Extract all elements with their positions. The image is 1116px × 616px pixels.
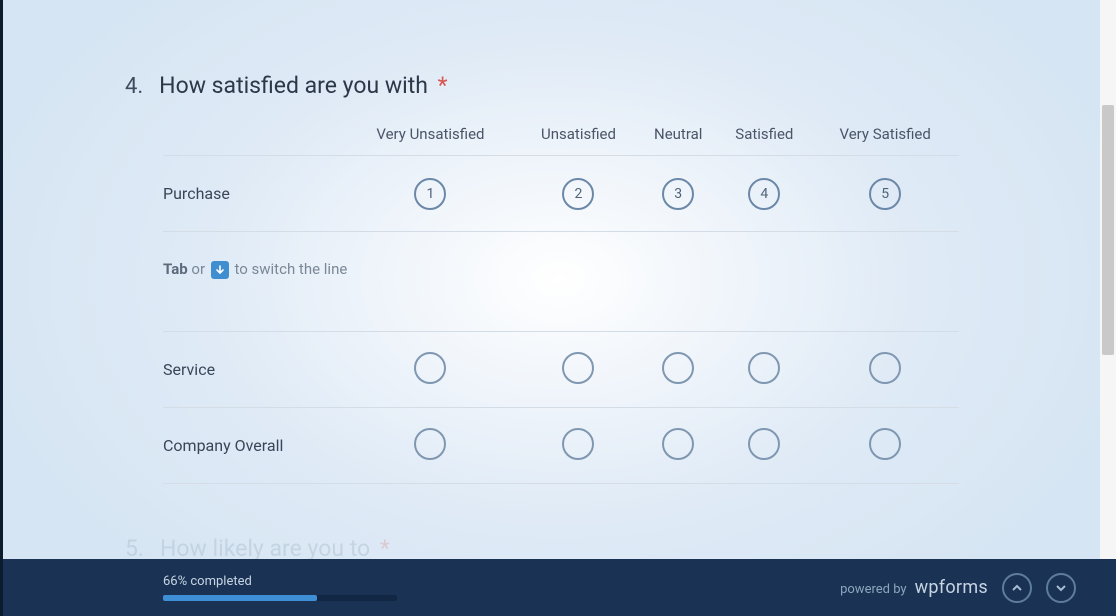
column-header-empty — [163, 125, 343, 156]
radio-company-5[interactable] — [869, 428, 901, 460]
required-marker: * — [438, 72, 448, 99]
radio-service-5[interactable] — [869, 352, 901, 384]
footer-bar: 66% completed powered by wpforms — [3, 559, 1116, 616]
radio-purchase-5[interactable]: 5 — [869, 178, 901, 210]
matrix-row-purchase: Purchase 1 2 3 4 5 — [163, 156, 959, 232]
radio-company-3[interactable] — [662, 428, 694, 460]
question-text-wrap: How satisfied are you with * — [159, 72, 447, 99]
radio-purchase-1[interactable]: 1 — [414, 178, 446, 210]
progress-wrap: 66% completed — [163, 574, 397, 601]
hint-tail: to switch the line — [231, 260, 348, 278]
hint-or: or — [188, 260, 209, 278]
question-number: 5. — [125, 535, 144, 559]
matrix-row-service: Service — [163, 332, 959, 408]
question-5-preview: 5. How likely are you to * — [125, 535, 959, 559]
hint-tab-word: Tab — [163, 260, 188, 278]
radio-purchase-4[interactable]: 4 — [748, 178, 780, 210]
chevron-up-icon — [1010, 581, 1024, 595]
radio-purchase-2[interactable]: 2 — [562, 178, 594, 210]
scrollbar-thumb[interactable] — [1102, 105, 1114, 355]
next-question-button[interactable] — [1046, 573, 1076, 603]
column-header: Neutral — [639, 125, 717, 156]
radio-service-1[interactable] — [414, 352, 446, 384]
radio-purchase-3[interactable]: 3 — [662, 178, 694, 210]
column-header: Unsatisfied — [518, 125, 639, 156]
powered-by-wrap: powered by wpforms — [840, 577, 988, 598]
progress-fill — [163, 595, 317, 601]
radio-service-3[interactable] — [662, 352, 694, 384]
question-number: 4. — [125, 74, 143, 99]
matrix-row-company: Company Overall — [163, 408, 959, 484]
radio-company-1[interactable] — [414, 428, 446, 460]
column-header: Very Satisfied — [811, 125, 959, 156]
matrix-bottom-border — [163, 484, 959, 485]
footer-right: powered by wpforms — [840, 573, 1076, 603]
question-text-wrap: How likely are you to * — [160, 535, 390, 559]
radio-service-2[interactable] — [562, 352, 594, 384]
column-header: Very Unsatisfied — [343, 125, 518, 156]
row-label: Company Overall — [163, 408, 343, 484]
app-frame: 4. How satisfied are you with * Very Uns… — [0, 0, 1116, 616]
radio-service-4[interactable] — [748, 352, 780, 384]
content-viewport: 4. How satisfied are you with * Very Uns… — [3, 0, 1116, 559]
radio-company-2[interactable] — [562, 428, 594, 460]
scrollbar-track[interactable] — [1100, 0, 1116, 559]
hint-row: Tab or to switch the line — [163, 232, 959, 332]
required-marker: * — [380, 535, 390, 559]
row-label: Service — [163, 332, 343, 408]
chevron-down-icon — [1054, 581, 1068, 595]
radio-company-4[interactable] — [748, 428, 780, 460]
prev-question-button[interactable] — [1002, 573, 1032, 603]
column-header: Satisfied — [717, 125, 811, 156]
question-4: 4. How satisfied are you with * Very Uns… — [125, 72, 959, 484]
question-text: How satisfied are you with — [159, 72, 428, 99]
column-header-row: Very Unsatisfied Unsatisfied Neutral Sat… — [163, 125, 959, 156]
likert-matrix: Very Unsatisfied Unsatisfied Neutral Sat… — [163, 125, 959, 484]
progress-track — [163, 595, 397, 601]
arrow-down-key-icon — [211, 261, 229, 279]
question-text: How likely are you to — [160, 535, 370, 559]
question-header: 4. How satisfied are you with * — [125, 72, 959, 99]
brand-name: wpforms — [915, 577, 988, 598]
progress-label: 66% completed — [163, 574, 397, 589]
row-label: Purchase — [163, 156, 343, 232]
powered-by-text: powered by — [840, 582, 907, 597]
